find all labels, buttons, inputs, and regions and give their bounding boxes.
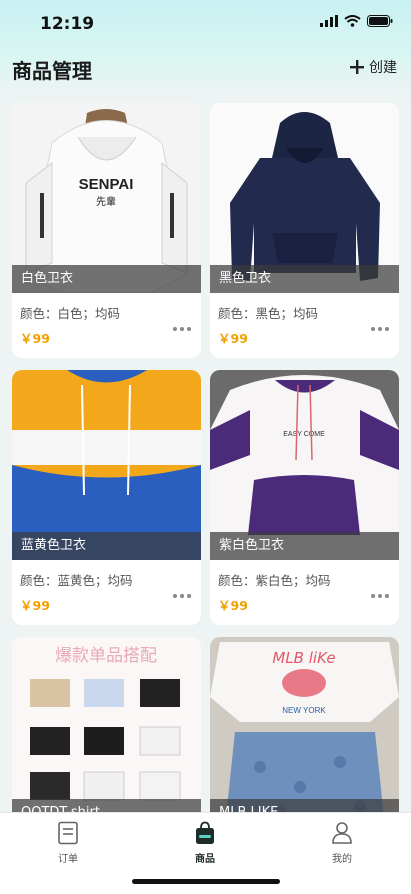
product-card[interactable]: 蓝黄色卫衣 颜色：蓝黄色；均码 ￥99 (12, 370, 201, 625)
plus-icon (350, 60, 364, 74)
logo-subtext: NEW YORK (282, 706, 326, 715)
product-price: ￥99 (218, 598, 248, 613)
product-card[interactable]: 黑色卫衣 颜色：黑色；均码 ￥99 (210, 103, 399, 358)
logo-text: MLB liKe (272, 649, 335, 667)
more-options-icon[interactable] (173, 327, 191, 331)
product-spec: 颜色：紫白色；均码 (218, 573, 331, 588)
hoodie-print-text: EASY COME (283, 431, 325, 438)
tab-profile[interactable]: 我的 (302, 821, 382, 865)
product-name: 白色卫衣 (12, 265, 201, 293)
product-grid: SENPAI 先輩 白色卫衣 颜色：白色；均码 ￥99 黑色卫衣 颜色：黑色；均… (12, 103, 399, 892)
profile-icon (332, 822, 352, 844)
product-name: 蓝黄色卫衣 (12, 532, 201, 560)
create-button[interactable]: 创建 (349, 57, 397, 77)
shopping-bag-icon (196, 821, 214, 844)
tab-products[interactable]: 商品 (165, 821, 245, 865)
product-spec: 颜色：白色；均码 (20, 306, 121, 321)
more-options-icon[interactable] (173, 594, 191, 598)
product-card[interactable]: SENPAI 先輩 白色卫衣 颜色：白色；均码 ￥99 (12, 103, 201, 358)
create-label: 创建 (369, 60, 397, 76)
product-spec: 颜色：蓝黄色；均码 (20, 573, 133, 588)
navigation-bar: 商品管理 创建 (0, 50, 411, 86)
status-bar: 12:19 (0, 0, 411, 44)
tab-orders[interactable]: 订单 (28, 821, 108, 865)
order-icon (58, 821, 78, 845)
product-price: ￥99 (218, 331, 248, 346)
product-price: ￥99 (20, 598, 50, 613)
signal-icon (320, 15, 338, 27)
hoodie-print-text: SENPAI (79, 176, 134, 193)
status-time: 12:19 (40, 14, 95, 34)
battery-icon (367, 15, 393, 27)
product-price: ￥99 (20, 331, 50, 346)
product-spec: 颜色：黑色；均码 (218, 306, 319, 321)
product-name: 紫白色卫衣 (210, 532, 399, 560)
product-name: 黑色卫衣 (210, 265, 399, 293)
tab-label: 订单 (58, 854, 78, 865)
page-title: 商品管理 (12, 59, 92, 83)
product-card[interactable]: EASY COME 紫白色卫衣 颜色：紫白色；均码 ￥99 (210, 370, 399, 625)
tab-label: 我的 (332, 854, 352, 865)
hoodie-print-sub: 先輩 (96, 195, 116, 208)
wifi-icon (344, 15, 361, 27)
tab-label: 商品 (195, 854, 215, 865)
banner-text: 爆款单品搭配 (55, 646, 157, 666)
status-icons (320, 15, 393, 27)
more-options-icon[interactable] (371, 327, 389, 331)
home-indicator (132, 879, 280, 884)
more-options-icon[interactable] (371, 594, 389, 598)
